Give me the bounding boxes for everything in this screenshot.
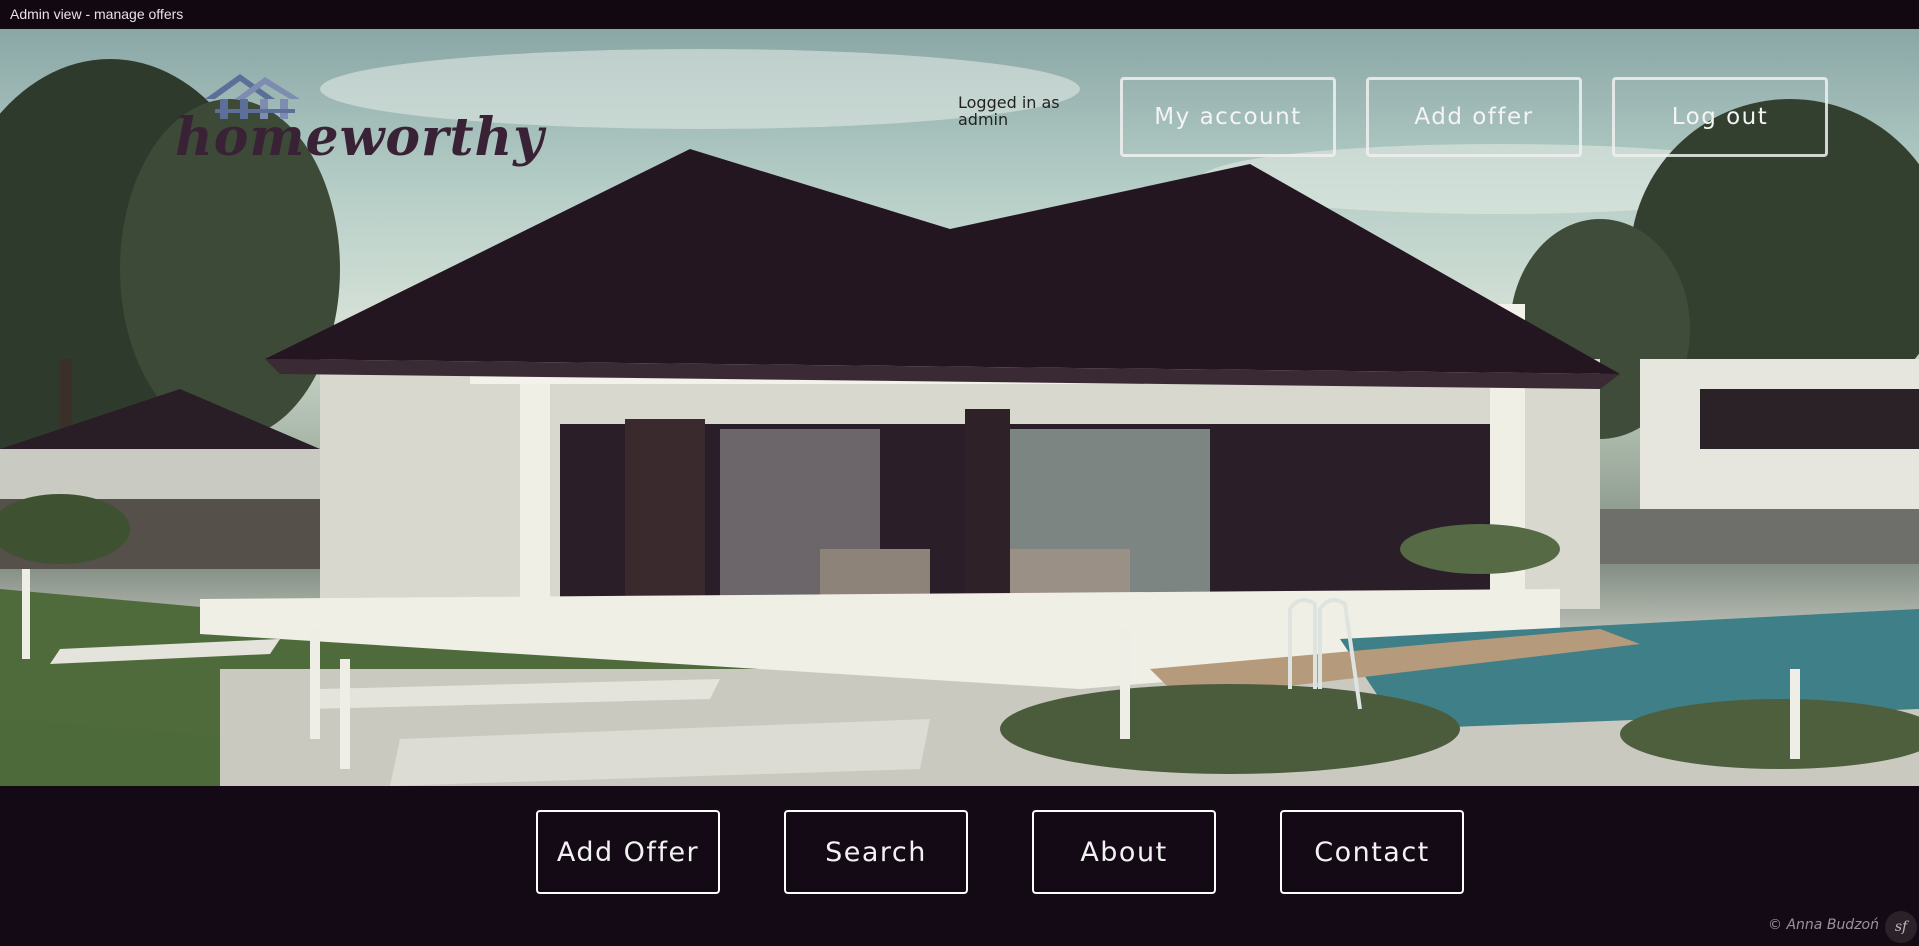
homeworthy-logo[interactable]: homeworthy — [175, 69, 543, 179]
copyright-text: © Anna Budzoń — [1768, 917, 1879, 933]
my-account-button[interactable]: My account — [1120, 77, 1336, 157]
footer-nav: Add Offer Search About Contact © Anna Bu… — [0, 786, 1919, 946]
contact-button[interactable]: Contact — [1280, 810, 1464, 894]
add-offer-button[interactable]: Add Offer — [536, 810, 720, 894]
search-button[interactable]: Search — [784, 810, 968, 894]
brand-name: homeworthy — [175, 107, 545, 168]
hero-banner: homeworthy Logged in as admin My account… — [0, 29, 1919, 786]
about-button[interactable]: About — [1032, 810, 1216, 894]
login-status: Logged in as admin — [958, 93, 1060, 129]
symfony-icon[interactable]: sf — [1885, 911, 1917, 943]
log-out-button[interactable]: Log out — [1612, 77, 1828, 157]
window-title: Admin view - manage offers — [0, 0, 1919, 29]
add-offer-top-button[interactable]: Add offer — [1366, 77, 1582, 157]
